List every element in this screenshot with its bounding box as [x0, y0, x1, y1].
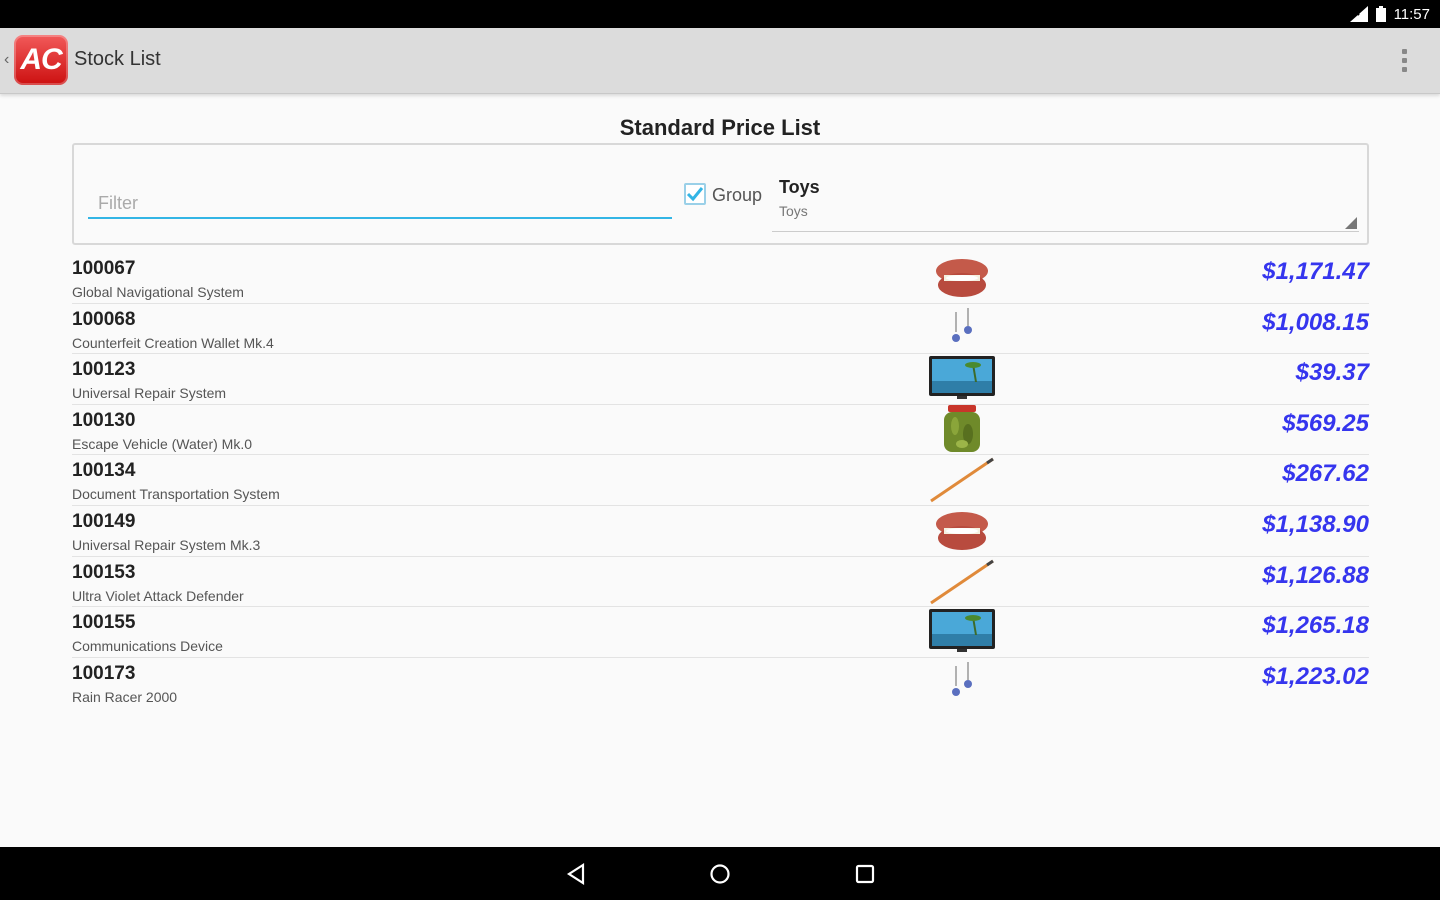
item-code: 100123: [72, 359, 136, 381]
home-icon[interactable]: [706, 860, 734, 888]
list-item[interactable]: 100173 Rain Racer 2000 $1,223.02: [72, 658, 1369, 709]
item-code: 100067: [72, 258, 136, 279]
navigation-bar: [0, 847, 1440, 900]
check-icon: [686, 187, 704, 202]
item-code: 100155: [72, 612, 136, 634]
earrings-icon: [924, 658, 1000, 706]
item-code: 100153: [72, 561, 136, 583]
pencil-icon: [924, 455, 1000, 503]
pickle-jar-icon: [924, 404, 1000, 453]
item-description: Counterfeit Creation Wallet Mk.4: [72, 334, 274, 351]
up-chevron-icon[interactable]: ‹: [4, 51, 9, 69]
action-bar: ‹ AC Stock List: [0, 28, 1440, 94]
screen-title: Stock List: [74, 48, 161, 70]
item-description: Universal Repair System Mk.3: [72, 536, 261, 553]
stock-list: 100067 Global Navigational System $1,171…: [72, 253, 1369, 708]
tv-monitor-icon: [924, 354, 1000, 402]
status-bar: 11:57: [0, 0, 1440, 28]
battery-icon: [1375, 6, 1386, 22]
app-logo[interactable]: AC: [14, 35, 68, 85]
item-description: Rain Racer 2000: [72, 688, 178, 705]
item-code: 100130: [72, 409, 136, 431]
signal-icon: [1349, 6, 1368, 22]
item-code: 100173: [72, 662, 136, 684]
item-code: 100068: [72, 308, 136, 330]
list-item[interactable]: 100130 Escape Vehicle (Water) Mk.0 $569.…: [72, 404, 1369, 456]
category-spinner[interactable]: Toys Toys: [772, 169, 1359, 232]
filter-input[interactable]: [88, 185, 672, 219]
app-logo-text: AC: [20, 43, 62, 76]
list-item[interactable]: 100134 Document Transportation System $2…: [72, 455, 1369, 506]
pencil-icon: [924, 557, 1000, 605]
item-description: Escape Vehicle (Water) Mk.0: [72, 435, 252, 452]
item-price: $39.37: [1295, 359, 1369, 387]
item-price: $1,138.90: [1262, 510, 1369, 538]
recents-icon[interactable]: [851, 860, 879, 888]
dentures-icon: [924, 253, 1000, 301]
item-description: Global Navigational System: [72, 284, 244, 300]
item-price: $569.25: [1282, 409, 1369, 437]
item-price: $1,171.47: [1262, 258, 1369, 285]
list-item[interactable]: 100149 Universal Repair System Mk.3 $1,1…: [72, 506, 1369, 557]
back-icon[interactable]: [562, 860, 590, 888]
overflow-menu-icon[interactable]: [1394, 44, 1414, 76]
earrings-icon: [924, 304, 1000, 352]
item-description: Universal Repair System: [72, 385, 227, 402]
item-price: $1,126.88: [1262, 561, 1369, 589]
item-description: Ultra Violet Attack Defender: [72, 587, 244, 604]
item-price: $267.62: [1282, 460, 1369, 488]
status-time: 11:57: [1393, 5, 1430, 23]
item-price: $1,008.15: [1262, 308, 1369, 336]
item-price: $1,265.18: [1262, 612, 1369, 640]
category-subtitle: Toys: [779, 203, 808, 219]
item-description: Communications Device: [72, 638, 223, 655]
list-item[interactable]: 100153 Ultra Violet Attack Defender $1,1…: [72, 557, 1369, 608]
spinner-arrow-icon: [1345, 217, 1357, 229]
tv-monitor-icon: [924, 607, 1000, 655]
list-item[interactable]: 100155 Communications Device $1,265.18: [72, 607, 1369, 658]
group-label[interactable]: Group: [712, 185, 762, 206]
group-checkbox[interactable]: [684, 183, 706, 205]
list-item[interactable]: 100067 Global Navigational System $1,171…: [72, 253, 1369, 304]
item-price: $1,223.02: [1262, 662, 1369, 690]
dentures-icon: [924, 506, 1000, 554]
list-item[interactable]: 100068 Counterfeit Creation Wallet Mk.4 …: [72, 304, 1369, 355]
item-description: Document Transportation System: [72, 486, 280, 503]
category-selected: Toys: [779, 177, 820, 197]
page-title: Standard Price List: [619, 115, 821, 140]
list-item[interactable]: 100123 Universal Repair System $39.37: [72, 354, 1369, 405]
filter-panel: Group Toys Toys: [72, 143, 1369, 245]
item-code: 100134: [72, 460, 136, 482]
item-code: 100149: [72, 510, 136, 532]
